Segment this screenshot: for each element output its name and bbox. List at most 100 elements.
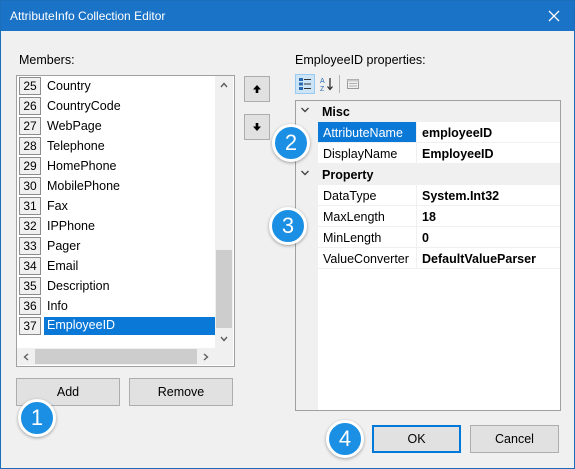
chevron-down-icon[interactable]: [300, 106, 310, 114]
property-name: DisplayName: [323, 147, 398, 161]
property-value: 0: [422, 231, 429, 245]
categorized-button[interactable]: [295, 74, 315, 94]
alphabetical-button[interactable]: A Z: [317, 74, 337, 94]
chevron-up-icon: [220, 82, 228, 88]
callout-badge-1: 1: [18, 399, 56, 437]
list-item-label: IPPhone: [47, 219, 95, 233]
property-row-gutter: [296, 248, 318, 269]
horizontal-scroll-thumb[interactable]: [35, 349, 197, 364]
chevron-down-icon: [220, 336, 228, 342]
list-item[interactable]: 35 Description: [17, 276, 215, 296]
list-item[interactable]: 25 Country: [17, 76, 215, 96]
scroll-thumb[interactable]: [216, 250, 232, 328]
list-item[interactable]: 27 WebPage: [17, 116, 215, 136]
property-row[interactable]: ValueConverter DefaultValueParser: [296, 248, 560, 269]
scroll-right-arrow[interactable]: [197, 348, 215, 365]
property-name-cell[interactable]: DataType: [318, 185, 417, 206]
property-grid[interactable]: Misc AttributeName employeeID DisplayName Em…: [295, 100, 561, 411]
members-label: Members:: [19, 53, 75, 67]
chevron-down-icon[interactable]: [300, 169, 310, 177]
list-item-index: 25: [19, 77, 41, 95]
members-list[interactable]: 25 Country 26 CountryCode 27 WebPage 28 Telepho…: [16, 75, 235, 367]
property-value-cell[interactable]: 18: [417, 206, 560, 227]
property-name-cell[interactable]: DisplayName: [318, 143, 417, 164]
list-item[interactable]: 30 MobilePhone: [17, 176, 215, 196]
list-item-index: 34: [19, 257, 41, 275]
list-item-label: WebPage: [47, 119, 102, 133]
list-item-label: Info: [47, 299, 68, 313]
ok-button[interactable]: OK: [372, 425, 461, 453]
property-name-cell[interactable]: MaxLength: [318, 206, 417, 227]
list-item[interactable]: 28 Telephone: [17, 136, 215, 156]
category-header[interactable]: Property: [296, 164, 560, 185]
members-horizontal-scrollbar[interactable]: [17, 348, 215, 365]
svg-text:Z: Z: [320, 86, 325, 92]
property-value-cell[interactable]: employeeID: [417, 122, 560, 143]
list-item[interactable]: 36 Info: [17, 296, 215, 316]
property-grid-toolbar: A Z: [295, 73, 375, 95]
list-item[interactable]: 29 HomePhone: [17, 156, 215, 176]
list-item-index: 36: [19, 297, 41, 315]
members-vertical-scrollbar[interactable]: [215, 76, 233, 348]
property-name-cell[interactable]: ValueConverter: [318, 248, 417, 269]
list-item[interactable]: 37 EmployeeID: [17, 316, 215, 336]
property-name: ValueConverter: [323, 252, 409, 266]
move-down-button[interactable]: [244, 114, 270, 140]
list-item[interactable]: 33 Pager: [17, 236, 215, 256]
property-value: System.Int32: [422, 189, 500, 203]
list-item-index: 29: [19, 157, 41, 175]
property-value-cell[interactable]: 0: [417, 227, 560, 248]
move-up-button[interactable]: [244, 76, 270, 102]
list-item[interactable]: 31 Fax: [17, 196, 215, 216]
property-name-cell[interactable]: MinLength: [318, 227, 417, 248]
list-item-index: 35: [19, 277, 41, 295]
list-item-index: 27: [19, 117, 41, 135]
property-row[interactable]: AttributeName employeeID: [296, 122, 560, 143]
list-item[interactable]: 32 IPPhone: [17, 216, 215, 236]
category-label: Property: [322, 168, 374, 182]
svg-text:A: A: [320, 78, 325, 85]
toolbar-separator: [339, 75, 340, 93]
list-item-index: 31: [19, 197, 41, 215]
category-header[interactable]: Misc: [296, 101, 560, 122]
list-item-label: CountryCode: [47, 99, 121, 113]
chevron-right-icon: [203, 352, 209, 361]
list-item-label: EmployeeID: [44, 317, 215, 335]
dialog-window: AttributeInfo Collection Editor Members:…: [0, 0, 575, 469]
list-item-index: 32: [19, 217, 41, 235]
list-item-label: Country: [47, 79, 91, 93]
property-row[interactable]: MinLength 0: [296, 227, 560, 248]
list-item-label: Fax: [47, 199, 68, 213]
scroll-left-arrow[interactable]: [17, 348, 35, 365]
property-value: 18: [422, 210, 436, 224]
property-row[interactable]: DataType System.Int32: [296, 185, 560, 206]
property-row[interactable]: MaxLength 18: [296, 206, 560, 227]
property-value-cell[interactable]: System.Int32: [417, 185, 560, 206]
cancel-button[interactable]: Cancel: [470, 425, 559, 453]
list-item[interactable]: 26 CountryCode: [17, 96, 215, 116]
category-label: Misc: [322, 105, 350, 119]
arrow-down-icon: [253, 123, 261, 131]
close-button[interactable]: [534, 1, 574, 31]
list-item-label: HomePhone: [47, 159, 117, 173]
list-item-label: MobilePhone: [47, 179, 120, 193]
property-row-gutter: [296, 185, 318, 206]
property-value-cell[interactable]: EmployeeID: [417, 143, 560, 164]
callout-badge-2: 2: [272, 124, 310, 162]
list-item-label: Email: [47, 259, 79, 273]
chevron-left-icon: [23, 352, 29, 361]
remove-button[interactable]: Remove: [129, 378, 233, 406]
sort-az-icon: A Z: [320, 78, 333, 92]
scroll-up-arrow[interactable]: [215, 76, 233, 94]
scroll-down-arrow[interactable]: [215, 330, 233, 348]
property-value: employeeID: [422, 126, 493, 140]
property-value: DefaultValueParser: [422, 252, 536, 266]
list-item[interactable]: 34 Email: [17, 256, 215, 276]
property-name-cell[interactable]: AttributeName: [318, 122, 417, 143]
property-value-cell[interactable]: DefaultValueParser: [417, 248, 560, 269]
property-row[interactable]: DisplayName EmployeeID: [296, 143, 560, 164]
property-pages-button[interactable]: [343, 74, 363, 94]
members-rows: 25 Country 26 CountryCode 27 WebPage 28 Telepho…: [17, 76, 215, 336]
list-item-index: 37: [19, 317, 41, 335]
list-item-label: Description: [47, 279, 110, 293]
